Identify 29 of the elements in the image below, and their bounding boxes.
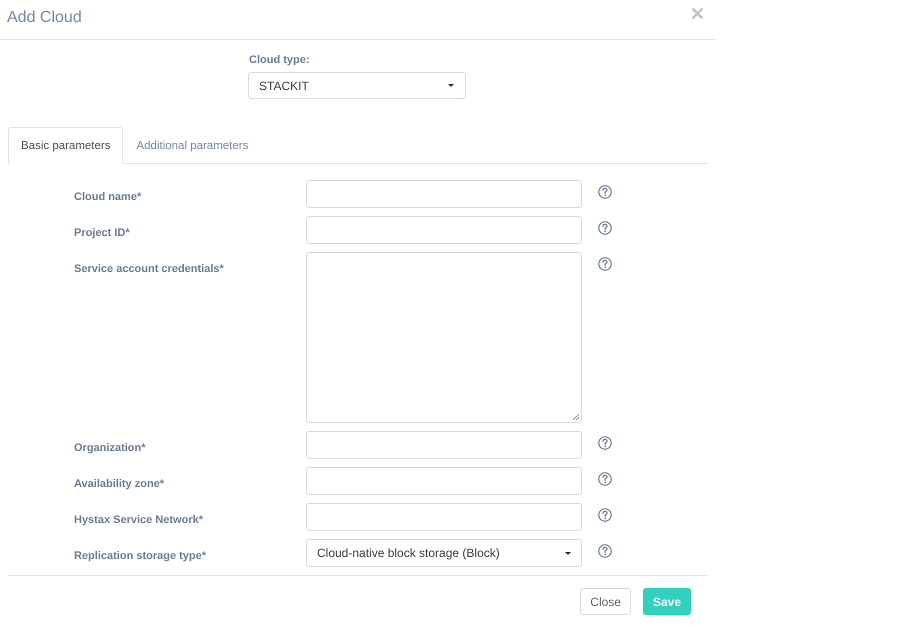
textarea-field[interactable] — [306, 252, 582, 423]
field-label: Project ID* — [74, 227, 130, 239]
help-icon[interactable] — [598, 185, 612, 199]
caret-icon — [565, 552, 571, 554]
field-label: Cloud name* — [74, 191, 142, 203]
input-field[interactable] — [306, 216, 582, 244]
cloud-type-select[interactable]: STACKIT — [248, 72, 466, 99]
input-field[interactable] — [306, 467, 582, 495]
dialog-title: Add Cloud — [7, 8, 82, 26]
field-label: Replication storage type* — [74, 550, 206, 562]
field-label: Availability zone* — [74, 478, 164, 490]
resize-grip-icon[interactable] — [573, 414, 579, 420]
help-icon[interactable] — [598, 472, 612, 486]
caret-icon — [448, 84, 454, 87]
tab[interactable]: Basic parameters — [8, 127, 124, 164]
help-icon[interactable] — [598, 508, 612, 522]
field-label: Service account credentials* — [74, 263, 224, 275]
help-icon[interactable] — [598, 221, 612, 235]
input-field[interactable] — [306, 503, 582, 531]
cloud-type-label: Cloud type: — [249, 54, 310, 66]
help-icon[interactable] — [598, 436, 612, 450]
input-field[interactable] — [306, 431, 582, 459]
select-field[interactable]: Cloud-native block storage (Block) — [306, 539, 582, 567]
field-label: Hystax Service Network* — [74, 514, 204, 526]
help-icon[interactable] — [598, 257, 612, 271]
help-icon[interactable] — [598, 544, 612, 558]
field-label: Organization* — [74, 442, 146, 454]
input-field[interactable] — [306, 180, 582, 208]
close-button[interactable]: Close — [580, 588, 631, 615]
